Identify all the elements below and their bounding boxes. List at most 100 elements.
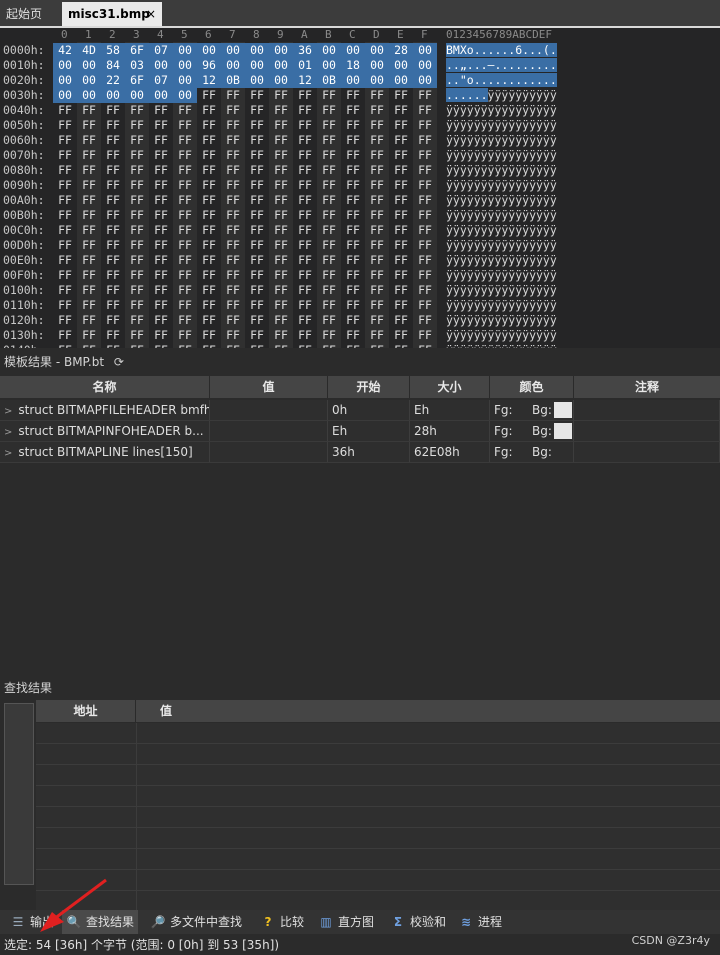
hex-byte[interactable]: FF: [101, 148, 125, 163]
hex-byte[interactable]: FF: [389, 313, 413, 328]
hex-byte[interactable]: FF: [53, 148, 77, 163]
hex-byte[interactable]: FF: [341, 238, 365, 253]
hex-byte[interactable]: 00: [53, 58, 77, 73]
hex-byte[interactable]: 00: [269, 58, 293, 73]
tab-misc31-bmp[interactable]: misc31.bmp ×: [62, 2, 162, 26]
find-result-row[interactable]: [36, 765, 720, 786]
hex-byte[interactable]: FF: [53, 178, 77, 193]
hex-byte[interactable]: FF: [53, 193, 77, 208]
hex-row[interactable]: 0010h: 00 00 84 03 00 00 96 00 00 00 01 00 18 00 00 00..…: [0, 58, 720, 73]
template-row[interactable]: > struct BITMAPLINE lines[150] 36h 62E08h Fg…: [0, 442, 720, 463]
hex-byte[interactable]: FF: [293, 343, 317, 348]
hex-byte[interactable]: FF: [149, 343, 173, 348]
hex-byte[interactable]: FF: [317, 268, 341, 283]
hex-byte[interactable]: FF: [293, 313, 317, 328]
hex-byte[interactable]: 00: [53, 73, 77, 88]
hex-byte[interactable]: FF: [269, 148, 293, 163]
hex-byte[interactable]: FF: [293, 88, 317, 103]
ascii-text[interactable]: ÿÿÿÿÿÿÿÿÿÿÿÿÿÿÿÿ: [446, 193, 557, 208]
hex-byte[interactable]: FF: [221, 133, 245, 148]
bottom-tab-search[interactable]: 🔍 查找结果: [62, 910, 139, 934]
hex-byte[interactable]: FF: [365, 298, 389, 313]
hex-byte[interactable]: FF: [245, 268, 269, 283]
hex-byte[interactable]: 12: [293, 73, 317, 88]
hex-byte[interactable]: FF: [293, 163, 317, 178]
hex-byte[interactable]: FF: [125, 193, 149, 208]
hex-byte[interactable]: 00: [413, 58, 437, 73]
hex-byte[interactable]: FF: [149, 298, 173, 313]
hex-byte[interactable]: FF: [245, 88, 269, 103]
hex-byte[interactable]: FF: [149, 193, 173, 208]
hex-byte[interactable]: FF: [101, 223, 125, 238]
hex-byte[interactable]: FF: [101, 133, 125, 148]
hex-byte[interactable]: FF: [341, 118, 365, 133]
hex-byte[interactable]: FF: [293, 253, 317, 268]
hex-byte[interactable]: FF: [245, 133, 269, 148]
hex-byte[interactable]: FF: [173, 253, 197, 268]
hex-row[interactable]: 0140h:FFFFFFFFFFFFFFFFFFFFFFFFFFFFFFFFÿÿ…: [0, 343, 720, 348]
hex-byte[interactable]: FF: [173, 103, 197, 118]
find-result-row[interactable]: [36, 870, 720, 891]
hex-byte[interactable]: FF: [197, 88, 221, 103]
hex-byte[interactable]: 96: [197, 58, 221, 73]
hex-byte[interactable]: FF: [101, 103, 125, 118]
hex-byte[interactable]: FF: [341, 163, 365, 178]
hex-byte[interactable]: FF: [173, 283, 197, 298]
hex-byte[interactable]: FF: [77, 343, 101, 348]
hex-byte[interactable]: FF: [173, 223, 197, 238]
column-header-name[interactable]: 名称: [0, 376, 210, 398]
hex-byte[interactable]: FF: [197, 148, 221, 163]
hex-byte[interactable]: 00: [365, 43, 389, 58]
hex-byte[interactable]: FF: [125, 253, 149, 268]
hex-byte[interactable]: FF: [149, 283, 173, 298]
bottom-tab-find-in-files[interactable]: 🔎 多文件中查找: [146, 910, 246, 934]
expand-chevron-icon[interactable]: >: [4, 406, 12, 417]
find-result-row[interactable]: [36, 744, 720, 765]
hex-byte[interactable]: 84: [101, 58, 125, 73]
column-header-start[interactable]: 开始: [328, 376, 410, 398]
ascii-text[interactable]: ÿÿÿÿÿÿÿÿÿÿÿÿÿÿÿÿ: [446, 268, 557, 283]
hex-byte[interactable]: FF: [101, 118, 125, 133]
hex-byte[interactable]: FF: [269, 268, 293, 283]
ascii-text[interactable]: .."o............: [446, 73, 557, 88]
hex-byte[interactable]: 12: [197, 73, 221, 88]
hex-byte[interactable]: FF: [221, 298, 245, 313]
find-result-row[interactable]: [36, 786, 720, 807]
hex-byte[interactable]: FF: [197, 223, 221, 238]
hex-byte[interactable]: FF: [197, 328, 221, 343]
hex-byte[interactable]: FF: [245, 103, 269, 118]
hex-byte[interactable]: FF: [389, 328, 413, 343]
hex-byte[interactable]: FF: [173, 178, 197, 193]
hex-row[interactable]: 00E0h: FF FF FF FF FF FF FF FF FF FF FF FF FF FF FF FF ÿÿ…: [0, 253, 720, 268]
hex-byte[interactable]: FF: [269, 163, 293, 178]
hex-byte[interactable]: FF: [269, 178, 293, 193]
hex-byte[interactable]: FF: [293, 133, 317, 148]
hex-byte[interactable]: FF: [365, 193, 389, 208]
hex-byte[interactable]: FF: [365, 313, 389, 328]
hex-byte[interactable]: FF: [221, 268, 245, 283]
hex-byte[interactable]: FF: [173, 343, 197, 348]
column-header-address[interactable]: 地址: [36, 700, 136, 722]
hex-byte[interactable]: FF: [389, 133, 413, 148]
column-header-find-value[interactable]: 值: [136, 700, 720, 722]
hex-byte[interactable]: FF: [77, 223, 101, 238]
hex-byte[interactable]: 00: [413, 43, 437, 58]
hex-byte[interactable]: FF: [125, 343, 149, 348]
template-row[interactable]: > struct BITMAPINFOHEADER b... Eh 28h Fg: Bg:: [0, 421, 720, 442]
hex-byte[interactable]: 00: [149, 58, 173, 73]
bottom-tab-histogram[interactable]: ▥ 直方图: [314, 910, 378, 934]
hex-byte[interactable]: FF: [389, 118, 413, 133]
hex-byte[interactable]: FF: [53, 298, 77, 313]
hex-byte[interactable]: 00: [245, 73, 269, 88]
color-swatch[interactable]: [554, 423, 572, 439]
hex-byte[interactable]: 00: [197, 43, 221, 58]
hex-byte[interactable]: FF: [101, 298, 125, 313]
hex-byte[interactable]: FF: [341, 208, 365, 223]
hex-byte[interactable]: FF: [221, 238, 245, 253]
hex-byte[interactable]: FF: [389, 223, 413, 238]
hex-byte[interactable]: FF: [317, 283, 341, 298]
find-result-row[interactable]: [36, 828, 720, 849]
hex-byte[interactable]: FF: [269, 253, 293, 268]
hex-byte[interactable]: FF: [389, 193, 413, 208]
hex-byte[interactable]: FF: [293, 223, 317, 238]
